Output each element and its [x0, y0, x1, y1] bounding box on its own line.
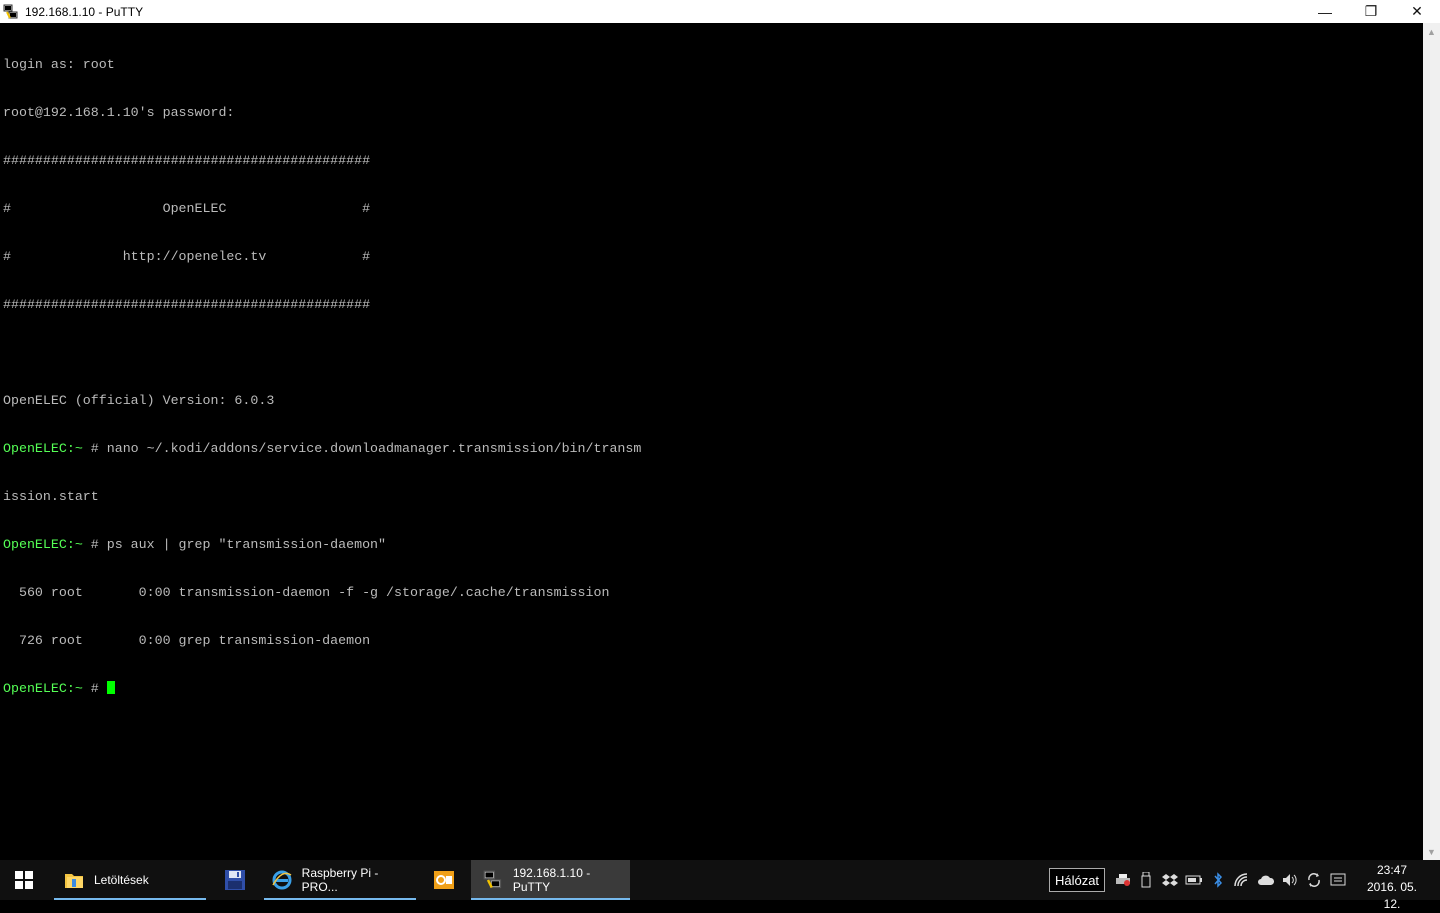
scroll-down-arrow-icon[interactable]: ▼ — [1423, 843, 1440, 860]
taskbar: Letöltések Raspberry Pi - PRO... 192.168… — [0, 860, 1440, 911]
terminal-line: login as: root — [3, 57, 641, 73]
terminal-line: 560 root 0:00 transmission-daemon -f -g … — [3, 585, 641, 601]
vertical-scrollbar[interactable]: ▲ ▼ — [1423, 23, 1440, 860]
terminal-text: # http://openelec.tv # — [3, 249, 371, 264]
network-tooltip: Hálózat — [1049, 868, 1105, 892]
terminal-text: 726 root 0:00 grep transmission-daemon — [3, 633, 371, 648]
terminal-line: # OpenELEC # — [3, 201, 641, 217]
taskbar-item-save-app[interactable] — [216, 860, 254, 900]
terminal-line: OpenELEC:~ # — [3, 681, 641, 697]
clock-time: 23:47 — [1376, 863, 1408, 877]
sync-icon[interactable] — [1302, 871, 1326, 889]
dropbox-icon[interactable] — [1158, 871, 1182, 889]
terminal-line: ########################################… — [3, 297, 641, 313]
putty-icon — [481, 868, 505, 892]
printer-icon[interactable] — [1112, 871, 1134, 889]
usb-drive-icon[interactable] — [1134, 871, 1158, 889]
terminal-text: root@192.168.1.10's password: — [3, 105, 235, 120]
terminal-line: OpenELEC:~ # ps aux | grep "transmission… — [3, 537, 641, 553]
system-tray — [1112, 860, 1350, 900]
taskbar-item-putty[interactable]: 192.168.1.10 - PuTTY — [471, 860, 630, 900]
terminal-output: login as: root root@192.168.1.10's passw… — [3, 25, 641, 729]
taskbar-item-internet-explorer[interactable]: Raspberry Pi - PRO... — [264, 860, 416, 900]
scroll-up-arrow-icon[interactable]: ▲ — [1423, 23, 1440, 40]
taskbar-item-label: Letöltések — [94, 873, 149, 887]
terminal-text: login as: root — [3, 57, 115, 72]
terminal-text: ########################################… — [3, 297, 371, 312]
floppy-disk-icon — [223, 868, 247, 892]
maximize-button[interactable]: ❐ — [1348, 0, 1394, 23]
folder-icon — [62, 868, 86, 892]
terminal-text: ########################################… — [3, 153, 371, 168]
windows-logo-icon — [15, 871, 33, 889]
taskbar-item-outlook[interactable] — [426, 860, 462, 900]
window-title-bar[interactable]: 192.168.1.10 - PuTTY — ❐ ✕ — [0, 0, 1440, 23]
taskbar-item-label: Raspberry Pi - PRO... — [301, 866, 379, 894]
terminal-line: ission.start — [3, 489, 641, 505]
terminal-prompt: OpenELEC:~ — [3, 537, 83, 552]
outlook-icon — [432, 868, 456, 892]
terminal-line: root@192.168.1.10's password: — [3, 105, 641, 121]
clock-date: 2016. 05. 12. — [1366, 880, 1418, 911]
bluetooth-icon[interactable] — [1206, 871, 1230, 889]
terminal-text: # — [82, 681, 107, 696]
terminal-prompt: OpenELEC:~ — [3, 681, 83, 696]
terminal-line: ########################################… — [3, 153, 641, 169]
taskbar-item-file-explorer[interactable]: Letöltések — [54, 860, 206, 900]
start-button[interactable] — [0, 860, 48, 900]
battery-icon[interactable] — [1182, 871, 1206, 889]
volume-icon[interactable] — [1278, 871, 1302, 889]
taskbar-clock[interactable]: 23:47 2016. 05. 12. — [1358, 862, 1426, 911]
taskbar-item-label: 192.168.1.10 - PuTTY — [512, 866, 591, 894]
terminal-text: # nano ~/.kodi/addons/service.downloadma… — [82, 441, 642, 456]
terminal-line: OpenELEC (official) Version: 6.0.3 — [3, 393, 641, 409]
putty-icon — [3, 4, 19, 20]
terminal-area[interactable]: login as: root root@192.168.1.10's passw… — [0, 23, 1423, 860]
terminal-text: ission.start — [3, 489, 99, 504]
terminal-text: OpenELEC (official) Version: 6.0.3 — [3, 393, 275, 408]
terminal-text: # OpenELEC # — [3, 201, 371, 216]
terminal-text: # ps aux | grep "transmission-daemon" — [82, 537, 387, 552]
onedrive-cloud-icon[interactable] — [1254, 871, 1278, 889]
terminal-line: # http://openelec.tv # — [3, 249, 641, 265]
internet-explorer-icon — [270, 868, 294, 892]
terminal-line: OpenELEC:~ # nano ~/.kodi/addons/service… — [3, 441, 641, 457]
terminal-cursor — [106, 681, 115, 694]
terminal-prompt: OpenELEC:~ — [3, 441, 83, 456]
wifi-icon[interactable] — [1230, 871, 1254, 889]
window-title: 192.168.1.10 - PuTTY — [25, 4, 144, 19]
minimize-button[interactable]: — — [1302, 0, 1348, 23]
action-center-icon[interactable] — [1326, 871, 1350, 889]
terminal-text: 560 root 0:00 transmission-daemon -f -g … — [3, 585, 610, 600]
terminal-line: 726 root 0:00 grep transmission-daemon — [3, 633, 641, 649]
close-button[interactable]: ✕ — [1394, 0, 1440, 23]
